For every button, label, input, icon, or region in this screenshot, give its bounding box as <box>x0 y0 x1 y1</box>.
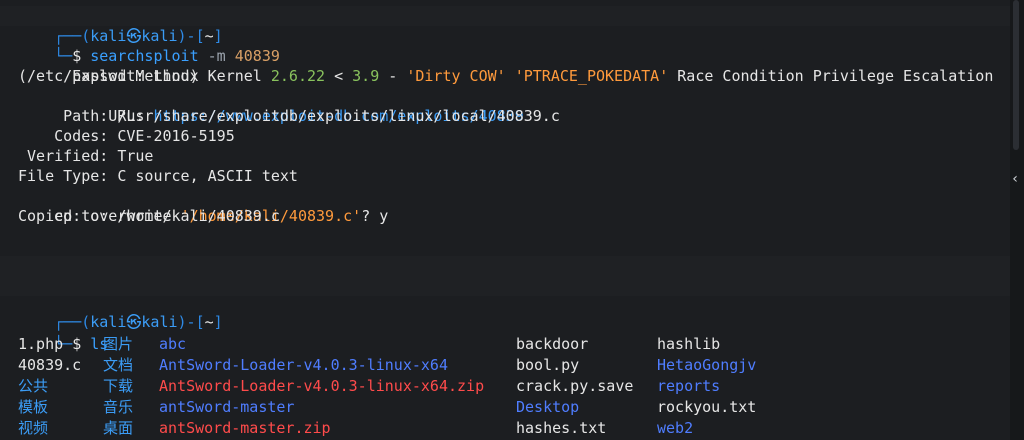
ls-entry: 模板 <box>18 398 49 416</box>
ls-entry: 桌面 <box>103 419 134 437</box>
ls-entry: hashlib <box>657 335 721 353</box>
prompt-cwd: ~ <box>204 313 214 331</box>
prompt-dollar: $ <box>72 335 91 353</box>
ls-entry: 1.php <box>18 335 64 353</box>
exploit-version: 2.6.22 <box>270 67 326 85</box>
prompt-paren: ) <box>177 313 187 331</box>
output-verified-line: Verified: True <box>18 147 154 165</box>
ls-entry: 图片 <box>103 335 134 353</box>
output-exploit-line: Exploit: Linux Kernel 2.6.22 < 3.9 - 'Di… <box>18 46 993 85</box>
cp-suffix: ? y <box>361 207 389 225</box>
ls-entry: hashes.txt <box>516 419 607 437</box>
exploit-dash: - <box>379 67 407 85</box>
prompt-dash: - <box>186 313 196 331</box>
ls-entry: bool.py <box>516 356 580 374</box>
exploit-version: 3.9 <box>352 67 380 85</box>
exploit-space <box>506 67 515 85</box>
chevron-left-icon[interactable]: ‹ <box>1008 168 1022 190</box>
ls-entry: antSword-master <box>159 398 295 416</box>
prompt-header-1: ┌──(kali㉿kali)-[~] <box>18 6 223 45</box>
exploit-lt: < <box>325 67 353 85</box>
exploit-quoted: 'PTRACE_POKEDATA' <box>514 67 669 85</box>
prompt-at-symbol: ㉿ <box>126 313 142 331</box>
line-highlight <box>0 256 1010 276</box>
terminal-window[interactable]: ┌──(kali㉿kali)-[~] └─$ searchsploit -m 4… <box>0 0 1010 440</box>
ls-entry: reports <box>657 377 721 395</box>
prompt-bracket: [ <box>195 313 205 331</box>
prompt-host: kali <box>141 313 178 331</box>
ls-entry: 视频 <box>18 419 49 437</box>
prompt-header-2: ┌──(kali㉿kali)-[~] <box>18 292 223 331</box>
command-line-1: └─$ searchsploit -m 40839 <box>18 26 280 65</box>
ls-entry: rockyou.txt <box>657 398 757 416</box>
ls-entry: 音乐 <box>103 398 134 416</box>
ls-entry: backdoor <box>516 335 589 353</box>
output-exploit-continuation: (/etc/passwd Method) <box>18 67 199 85</box>
ls-entry: abc <box>159 335 187 353</box>
ls-entry: Desktop <box>516 398 580 416</box>
exploit-quoted: 'Dirty COW' <box>406 67 506 85</box>
ls-entry: antSword-master.zip <box>159 419 331 437</box>
output-path-line: Path: /usr/share/exploitdb/exploits/linu… <box>18 107 560 125</box>
exploit-title-rest: Race Condition Privilege Escalation <box>668 67 994 85</box>
ls-entry: HetaoGongjv <box>657 356 757 374</box>
output-copied-line: Copied to: /home/kali/40839.c <box>18 207 280 225</box>
ls-entry: web2 <box>657 419 694 437</box>
scrollbar-thumb[interactable] <box>1013 0 1019 150</box>
scrollbar[interactable] <box>1010 0 1024 440</box>
prompt-bracket: ] <box>213 313 223 331</box>
ls-entry: crack.py.save <box>516 377 634 395</box>
output-codes-line: Codes: CVE-2016-5195 <box>18 127 235 145</box>
command-line-2: └─$ ls <box>18 314 108 353</box>
ls-entry: 文档 <box>103 356 134 374</box>
output-url-line: URL: https://www.exploit-db.com/exploits… <box>18 86 523 125</box>
ls-entry: AntSword-Loader-v4.0.3-linux-x64.zip <box>159 377 485 395</box>
ls-entry: 40839.c <box>18 356 82 374</box>
ls-entry: 公共 <box>18 377 49 395</box>
output-cp-line: cp: overwrite '/home/kali/40839.c'? y <box>18 186 388 225</box>
ls-entry: AntSword-Loader-v4.0.3-linux-x64 <box>159 356 448 374</box>
output-filetype-line: File Type: C source, ASCII text <box>18 167 298 185</box>
ls-entry: 下载 <box>103 377 134 395</box>
